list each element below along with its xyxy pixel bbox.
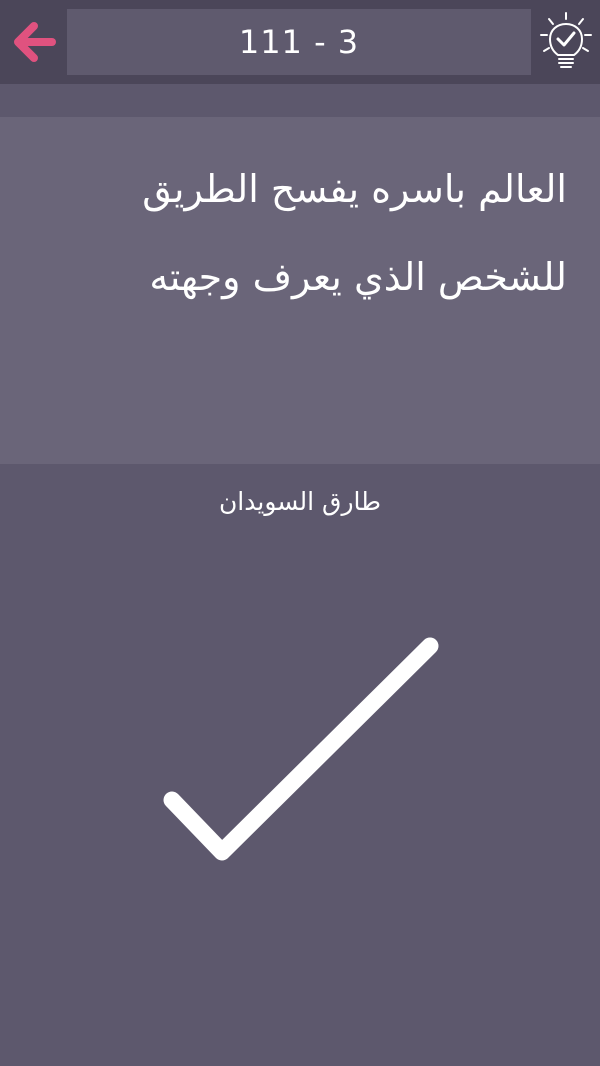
hint-button[interactable]	[536, 8, 596, 76]
top-bar: 111 - 3	[0, 0, 600, 84]
quote-author: طارق السويدان	[218, 487, 382, 516]
quote-text: العالم باسره يفسح الطريق للشخص الذي يعرف…	[47, 145, 567, 321]
checkmark-icon	[163, 637, 439, 861]
back-button[interactable]	[8, 18, 60, 66]
quote-line-1: العالم باسره يفسح الطريق	[142, 167, 567, 211]
quote-line-2: للشخص الذي يعرف وجهته	[149, 255, 567, 299]
lightbulb-check-icon	[540, 12, 592, 68]
arrow-left-icon	[14, 22, 56, 62]
level-indicator: 111 - 3	[67, 9, 531, 75]
quote-panel: العالم باسره يفسح الطريق للشخص الذي يعرف…	[0, 117, 600, 464]
level-label: 111 - 3	[238, 23, 360, 61]
